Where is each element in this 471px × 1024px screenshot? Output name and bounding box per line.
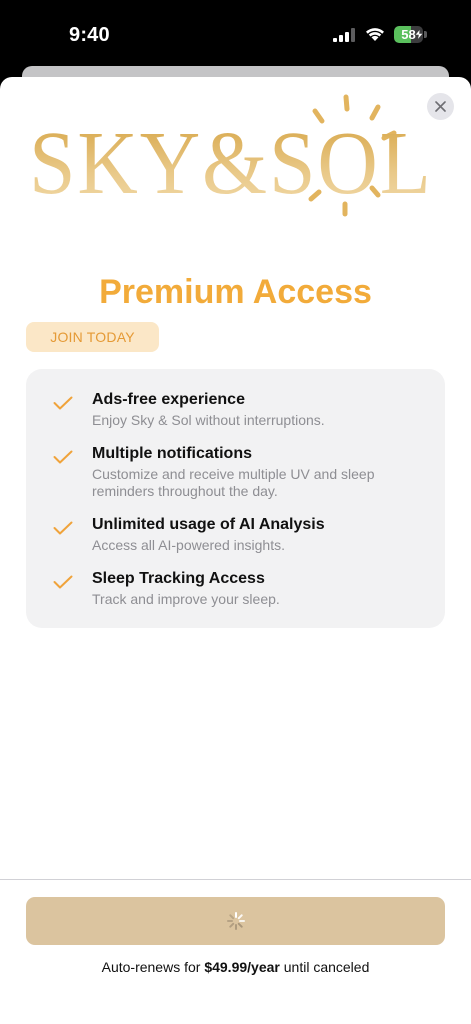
footer-divider xyxy=(0,879,471,880)
check-icon xyxy=(53,575,73,589)
purchase-button[interactable] xyxy=(26,897,445,945)
logo-wordmark: SKY&SOL xyxy=(29,114,433,213)
close-button[interactable] xyxy=(427,93,454,120)
renewal-suffix: until canceled xyxy=(283,959,370,975)
feature-description: Track and improve your sleep. xyxy=(92,591,280,607)
status-bar: 9:40 58 xyxy=(0,0,471,70)
renewal-terms: Auto-renews for $49.99/year until cancel… xyxy=(0,959,471,975)
page-title: Premium Access xyxy=(99,273,372,311)
spinner-icon xyxy=(226,912,245,930)
feature-description: Access all AI-powered insights. xyxy=(92,537,285,553)
feature-title: Ads-free experience xyxy=(92,391,245,408)
renewal-prefix: Auto-renews for xyxy=(101,959,201,975)
status-time: 9:40 xyxy=(69,24,110,46)
feature-title: Sleep Tracking Access xyxy=(92,570,265,587)
battery-icon: 58 xyxy=(394,26,427,43)
sky-sol-logo: SKY&SOL xyxy=(25,91,445,221)
charging-bolt-icon xyxy=(415,29,423,40)
join-today-badge: JOIN TODAY xyxy=(26,322,159,352)
features-card: Ads-free experience Enjoy Sky & Sol with… xyxy=(26,369,445,628)
paywall-sheet: SKY&SOL Premium Access JOIN TODAY Ads-fr… xyxy=(0,77,471,1024)
close-icon xyxy=(435,101,446,112)
check-icon xyxy=(53,396,73,410)
signal-icon xyxy=(333,28,355,42)
renewal-price: $49.99/year xyxy=(204,959,280,975)
feature-description: Enjoy Sky & Sol without interruptions. xyxy=(92,412,325,428)
feature-title: Multiple notifications xyxy=(92,445,252,462)
feature-title: Unlimited usage of AI Analysis xyxy=(92,516,325,533)
wifi-icon xyxy=(366,28,384,41)
check-icon xyxy=(53,521,73,535)
feature-description: Customize and receive multiple UV and sl… xyxy=(92,466,375,499)
check-icon xyxy=(53,450,73,464)
